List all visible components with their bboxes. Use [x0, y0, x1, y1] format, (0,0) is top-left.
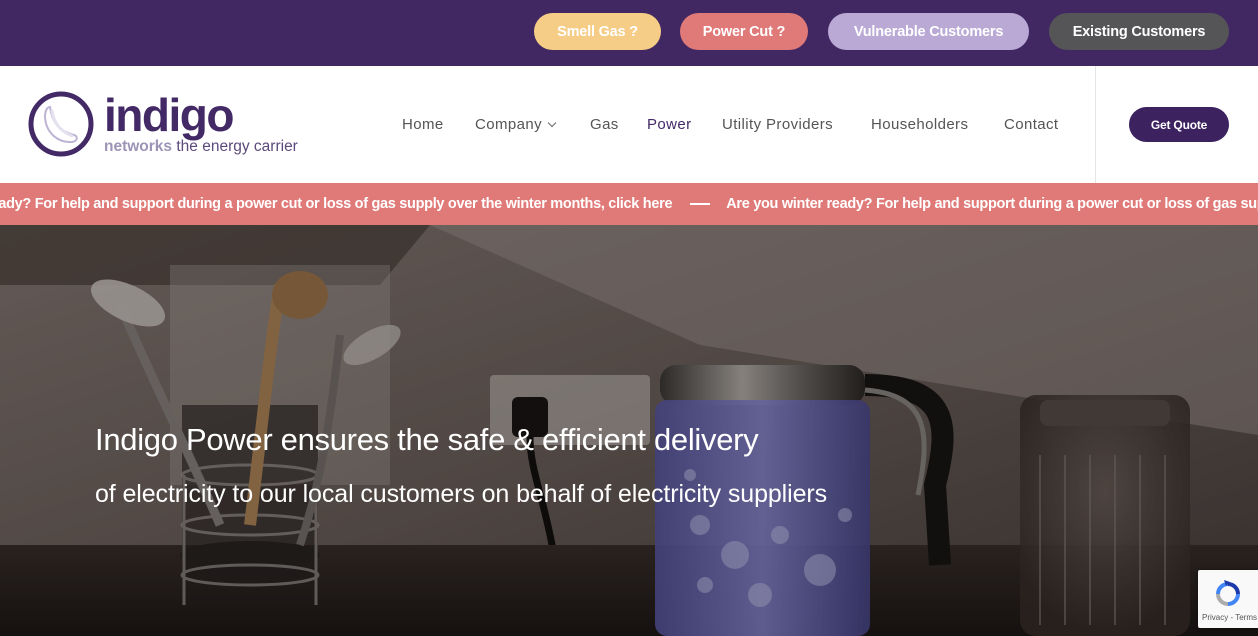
logo-tagline-networks: networks — [104, 138, 173, 155]
recaptcha-privacy-link[interactable]: Privacy — [1202, 613, 1228, 622]
logo-mark-icon — [28, 91, 94, 157]
announcement-ticker[interactable]: Are you winter ready? For help and suppo… — [0, 183, 1258, 225]
hero-banner: Indigo Power ensures the safe & efficien… — [0, 225, 1258, 636]
top-utility-bar: Smell Gas ? Power Cut ? Vulnerable Custo… — [0, 0, 1258, 66]
hero-subtitle: of electricity to our local customers on… — [95, 480, 828, 508]
nav-item-gas[interactable]: Gas — [590, 116, 619, 133]
recaptcha-icon — [1216, 580, 1240, 606]
power-cut-button[interactable]: Power Cut ? — [680, 13, 808, 50]
logo-wordmark: indigo — [104, 89, 234, 141]
nav-item-contact[interactable]: Contact — [1004, 116, 1059, 133]
existing-customers-button[interactable]: Existing Customers — [1049, 13, 1229, 50]
recaptcha-links: Privacy - Terms — [1202, 613, 1257, 622]
site-header: indigo networks the energy carrier Home … — [0, 66, 1258, 183]
indigo-logo[interactable]: indigo networks the energy carrier — [28, 90, 318, 162]
ticker-track: Are you winter ready? For help and suppo… — [0, 183, 1258, 225]
ticker-message[interactable]: Are you winter ready? For help and suppo… — [0, 196, 673, 212]
recaptcha-badge[interactable]: Privacy - Terms — [1198, 570, 1258, 628]
logo-tagline-carrier: the energy carrier — [176, 138, 298, 155]
recaptcha-separator: - — [1230, 613, 1234, 622]
ticker-separator — [690, 203, 711, 205]
header-divider — [1095, 66, 1096, 183]
nav-item-home[interactable]: Home — [402, 116, 444, 133]
logo-tagline: networks the energy carrier — [104, 138, 298, 156]
nav-item-householders[interactable]: Householders — [871, 116, 968, 133]
vulnerable-customers-button[interactable]: Vulnerable Customers — [828, 13, 1029, 50]
nav-item-utility-providers[interactable]: Utility Providers — [722, 116, 833, 133]
get-quote-button[interactable]: Get Quote — [1129, 107, 1229, 142]
hero-title: Indigo Power ensures the safe & efficien… — [95, 422, 759, 457]
ticker-message[interactable]: Are you winter ready? For help and suppo… — [726, 196, 1258, 212]
smell-gas-button[interactable]: Smell Gas ? — [534, 13, 661, 50]
nav-item-power[interactable]: Power — [647, 116, 692, 133]
nav-item-company[interactable]: Company — [475, 116, 557, 133]
nav-item-company-label: Company — [475, 116, 542, 133]
recaptcha-terms-link[interactable]: Terms — [1235, 613, 1257, 622]
chevron-down-icon — [547, 118, 557, 128]
